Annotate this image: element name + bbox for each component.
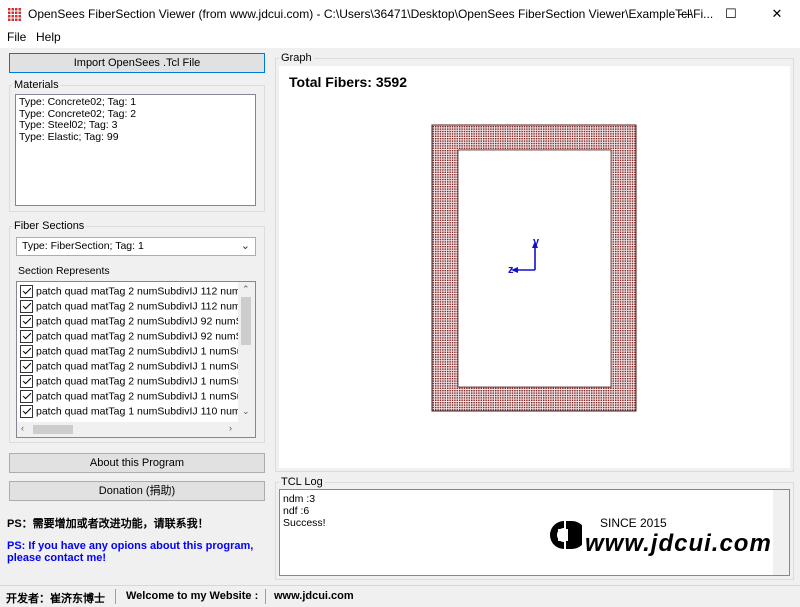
horizontal-scrollbar[interactable]: ‹ › <box>17 422 255 437</box>
status-welcome: Welcome to my Website : <box>126 590 259 602</box>
vertical-scroll-thumb[interactable] <box>241 297 251 345</box>
y-axis-label: y <box>533 236 540 248</box>
z-axis-label: z <box>508 264 514 276</box>
import-tcl-button[interactable]: Import OpenSees .Tcl File <box>9 53 265 73</box>
app-grid-icon <box>7 7 21 21</box>
scroll-right-icon[interactable]: › <box>229 423 232 433</box>
checkbox[interactable] <box>20 375 33 388</box>
menu-help[interactable]: Help <box>36 30 61 44</box>
log-line: Success! <box>283 517 326 529</box>
menu-bar: File Help <box>0 28 800 48</box>
about-button[interactable]: About this Program <box>9 453 265 473</box>
maximize-button[interactable]: ☐ <box>708 0 754 28</box>
section-item[interactable]: patch quad matTag 2 numSubdivIJ 1 numSub… <box>20 390 255 405</box>
checkbox[interactable] <box>20 360 33 373</box>
log-line: ndm :3 <box>283 493 316 505</box>
ps-english-text: PS: If you have any opions about this pr… <box>7 540 254 564</box>
section-item[interactable]: patch quad matTag 2 numSubdivIJ 112 numS… <box>20 285 255 300</box>
checkbox[interactable] <box>20 330 33 343</box>
scroll-left-icon[interactable]: ‹ <box>21 423 24 433</box>
material-item[interactable]: Type: Elastic; Tag: 99 <box>19 131 252 144</box>
scroll-up-icon[interactable]: ⌃ <box>242 284 250 295</box>
material-item[interactable]: Type: Concrete02; Tag: 1 <box>19 96 252 109</box>
tcl-log-textbox[interactable]: ndm :3 ndf :6 Success! SINCE 2015 www.jd… <box>279 489 790 576</box>
menu-file[interactable]: File <box>7 30 26 44</box>
status-bar: 开发者：崔济东博士 Welcome to my Website : www.jd… <box>0 585 800 607</box>
chevron-down-icon: ⌄ <box>240 240 250 252</box>
status-divider <box>265 589 266 604</box>
section-item[interactable]: patch quad matTag 2 numSubdivIJ 92 numSu… <box>20 330 255 345</box>
section-represents-list[interactable]: patch quad matTag 2 numSubdivIJ 112 numS… <box>16 281 256 438</box>
fiber-sections-label: Fiber Sections <box>12 220 87 232</box>
jdcui-logo-icon <box>542 515 586 555</box>
graph-canvas[interactable]: Total Fibers: 3592 y z <box>279 66 790 468</box>
title-bar: OpenSees FiberSection Viewer (from www.j… <box>0 0 800 28</box>
section-item[interactable]: patch quad matTag 2 numSubdivIJ 92 numSu… <box>20 315 255 330</box>
fiber-section-dropdown[interactable]: Type: FiberSection; Tag: 1 ⌄ <box>16 237 256 256</box>
window-title: OpenSees FiberSection Viewer (from www.j… <box>28 7 714 21</box>
status-website-link[interactable]: www.jdcui.com <box>274 590 354 602</box>
checkbox[interactable] <box>20 390 33 403</box>
section-item[interactable]: patch quad matTag 2 numSubdivIJ 112 numS… <box>20 300 255 315</box>
material-item[interactable]: Type: Steel02; Tag: 3 <box>19 119 252 132</box>
minimize-button[interactable]: — <box>662 0 708 28</box>
checkbox[interactable] <box>20 315 33 328</box>
graph-label: Graph <box>279 52 314 64</box>
section-item[interactable]: patch quad matTag 2 numSubdivIJ 1 numSub… <box>20 345 255 360</box>
fiber-section-selected: Type: FiberSection; Tag: 1 <box>22 240 144 252</box>
status-developer: 开发者：崔济东博士 <box>6 593 105 605</box>
log-line: ndf :6 <box>283 505 310 517</box>
close-button[interactable]: ✕ <box>754 0 800 28</box>
section-item[interactable]: patch quad matTag 1 numSubdivIJ 110 numS… <box>20 405 255 420</box>
checkbox[interactable] <box>20 300 33 313</box>
tcl-log-label: TCL Log <box>279 476 325 488</box>
section-represents-label: Section Represents <box>18 265 110 277</box>
donation-button[interactable]: Donation (捐助) <box>9 481 265 501</box>
horizontal-scroll-thumb[interactable] <box>33 425 73 434</box>
watermark-since: SINCE 2015 <box>600 516 667 530</box>
fiber-section-plot: y z <box>431 124 637 412</box>
scroll-down-icon[interactable]: ⌄ <box>242 406 250 417</box>
checkbox[interactable] <box>20 285 33 298</box>
status-divider <box>115 589 116 604</box>
checkbox[interactable] <box>20 345 33 358</box>
watermark-url: www.jdcui.com <box>585 530 772 557</box>
materials-label: Materials <box>12 79 61 91</box>
section-item[interactable]: patch quad matTag 2 numSubdivIJ 1 numSub… <box>20 375 255 390</box>
checkbox[interactable] <box>20 405 33 418</box>
section-item[interactable]: patch quad matTag 2 numSubdivIJ 1 numSub… <box>20 360 255 375</box>
materials-list[interactable]: Type: Concrete02; Tag: 1 Type: Concrete0… <box>15 94 256 206</box>
vertical-scrollbar[interactable]: ⌃ ⌄ <box>238 282 255 422</box>
ps-chinese-text: PS：需要增加或者改进功能，请联系我！ <box>7 518 209 530</box>
log-scrollbar[interactable] <box>773 490 789 575</box>
